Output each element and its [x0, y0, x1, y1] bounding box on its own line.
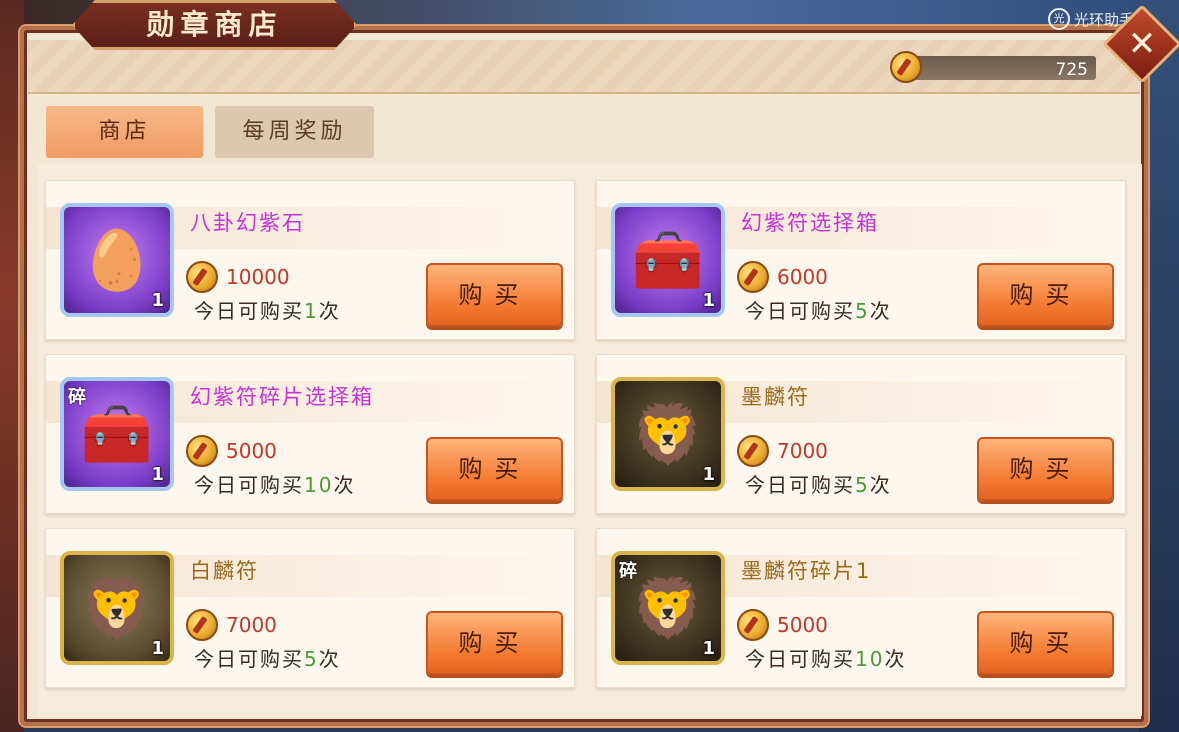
- shop-item-card: 🦁 1 白麟符 7000 今日可购买5次 购买: [45, 528, 575, 688]
- limit-suffix: 次: [318, 299, 341, 323]
- price-row: 7000: [737, 435, 828, 467]
- buy-button[interactable]: 购买: [426, 611, 563, 675]
- currency-bar: 725: [910, 56, 1096, 80]
- limit-prefix: 今日可购买: [194, 647, 304, 671]
- item-name: 白麟符: [190, 559, 259, 583]
- purple-gem-icon: 🥚 1: [60, 203, 174, 317]
- close-icon[interactable]: ✕: [1114, 16, 1170, 72]
- limit-prefix: 今日可购买: [745, 473, 855, 497]
- item-count: 1: [702, 290, 715, 311]
- tab-weekly-rewards[interactable]: 每周奖励: [215, 106, 374, 158]
- limit-count: 5: [855, 473, 870, 497]
- item-price: 7000: [226, 613, 277, 637]
- shop-item-card: 🧰 1 幻紫符选择箱 6000 今日可购买5次 购买: [596, 180, 1126, 340]
- item-count: 1: [702, 638, 715, 659]
- limit-prefix: 今日可购买: [194, 473, 304, 497]
- medal-currency: 725: [890, 51, 1096, 83]
- price-row: 7000: [186, 609, 277, 641]
- item-count: 1: [151, 638, 164, 659]
- purchase-limit: 今日可购买1次: [194, 295, 341, 324]
- limit-prefix: 今日可购买: [745, 647, 855, 671]
- limit-prefix: 今日可购买: [745, 299, 855, 323]
- limit-count: 10: [855, 647, 885, 671]
- item-name: 幻紫符碎片选择箱: [190, 385, 374, 409]
- limit-prefix: 今日可购买: [194, 299, 304, 323]
- shop-item-card: 🧰 碎 1 幻紫符碎片选择箱 5000 今日可购买10次 购买: [45, 354, 575, 514]
- item-price: 5000: [226, 439, 277, 463]
- watermark-logo-icon: 光: [1048, 8, 1070, 30]
- item-count: 1: [702, 464, 715, 485]
- limit-count: 5: [304, 647, 319, 671]
- treasure-chest-icon: 🧰 1: [611, 203, 725, 317]
- item-price: 5000: [777, 613, 828, 637]
- medal-coin-icon: [737, 261, 769, 293]
- item-count: 1: [151, 464, 164, 485]
- dark-qilin-fragment-icon: 🦁 碎 1: [611, 551, 725, 665]
- limit-suffix: 次: [333, 473, 356, 497]
- buy-button[interactable]: 购买: [977, 611, 1114, 675]
- buy-button[interactable]: 购买: [977, 263, 1114, 327]
- purchase-limit: 今日可购买10次: [194, 469, 355, 498]
- purchase-limit: 今日可购买5次: [745, 295, 892, 324]
- medal-coin-icon: [186, 609, 218, 641]
- purchase-limit: 今日可购买5次: [194, 643, 341, 672]
- shop-item-card: 🥚 1 八卦幻紫石 10000 今日可购买1次 购买: [45, 180, 575, 340]
- tab-shop[interactable]: 商店: [46, 106, 203, 158]
- medal-coin-icon: [890, 51, 922, 83]
- price-row: 5000: [186, 435, 277, 467]
- item-price: 10000: [226, 265, 290, 289]
- buy-button[interactable]: 购买: [426, 263, 563, 327]
- shop-item-card: 🦁 1 墨麟符 7000 今日可购买5次 购买: [596, 354, 1126, 514]
- limit-count: 1: [304, 299, 319, 323]
- medal-coin-icon: [186, 261, 218, 293]
- limit-count: 10: [304, 473, 334, 497]
- item-price: 7000: [777, 439, 828, 463]
- item-name: 墨麟符: [741, 385, 810, 409]
- limit-suffix: 次: [869, 473, 892, 497]
- medal-coin-icon: [186, 435, 218, 467]
- limit-count: 5: [855, 299, 870, 323]
- fragment-tag: 碎: [619, 561, 637, 582]
- limit-suffix: 次: [884, 647, 907, 671]
- item-grid: 🥚 1 八卦幻紫石 10000 今日可购买1次 购买 🧰 1 幻紫符选择箱 60…: [38, 164, 1142, 716]
- treasure-chest-fragment-icon: 🧰 碎 1: [60, 377, 174, 491]
- price-row: 6000: [737, 261, 828, 293]
- item-price: 6000: [777, 265, 828, 289]
- medal-coin-icon: [737, 609, 769, 641]
- item-count: 1: [151, 290, 164, 311]
- purchase-limit: 今日可购买5次: [745, 469, 892, 498]
- price-row: 5000: [737, 609, 828, 641]
- shop-item-card: 🦁 碎 1 墨麟符碎片1 5000 今日可购买10次 购买: [596, 528, 1126, 688]
- item-name: 八卦幻紫石: [190, 211, 305, 235]
- limit-suffix: 次: [318, 647, 341, 671]
- limit-suffix: 次: [869, 299, 892, 323]
- buy-button[interactable]: 购买: [977, 437, 1114, 501]
- item-name: 幻紫符选择箱: [741, 211, 879, 235]
- purchase-limit: 今日可购买10次: [745, 643, 906, 672]
- medal-coin-icon: [737, 435, 769, 467]
- page-title: 勋章商店: [146, 8, 283, 41]
- item-name: 墨麟符碎片1: [741, 559, 872, 583]
- price-row: 10000: [186, 261, 290, 293]
- currency-value: 725: [1055, 60, 1088, 80]
- white-qilin-icon: 🦁 1: [60, 551, 174, 665]
- fragment-tag: 碎: [68, 387, 86, 408]
- buy-button[interactable]: 购买: [426, 437, 563, 501]
- dark-qilin-icon: 🦁 1: [611, 377, 725, 491]
